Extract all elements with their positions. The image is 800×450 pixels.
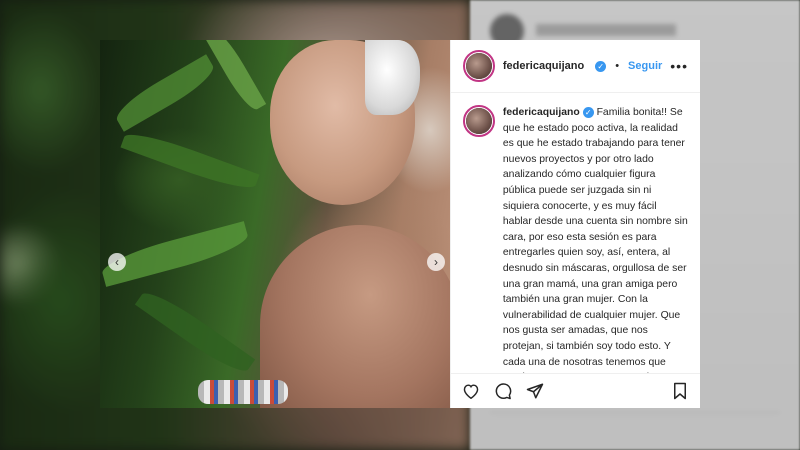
post-sidebar: federicaquijano ✓ • Seguir ••• federicaq… (449, 40, 700, 408)
palm-leaf (203, 40, 267, 114)
verified-badge-icon: ✓ (595, 60, 607, 72)
hair (365, 40, 420, 115)
caption-text: Familia bonita!! Se que he estado poco a… (502, 107, 688, 373)
post-header: federicaquijano ✓ • Seguir ••• (450, 40, 700, 93)
like-button[interactable] (461, 381, 481, 401)
palm-leaf (134, 284, 256, 380)
comment-icon (495, 383, 512, 400)
verified-badge-icon: ✓ (582, 107, 594, 119)
chevron-right-icon: › (434, 255, 438, 269)
username[interactable]: federicaquijano (503, 60, 584, 72)
post-photo[interactable]: ‹ › (100, 40, 450, 408)
follow-button[interactable]: Seguir (628, 60, 662, 72)
palm-leaf (110, 54, 220, 132)
save-button[interactable] (670, 381, 690, 401)
comment-button[interactable] (493, 381, 513, 401)
avatar[interactable] (462, 50, 495, 82)
action-bar (450, 373, 700, 408)
avatar-image (465, 53, 492, 79)
bookmark-icon (674, 382, 686, 400)
share-button[interactable] (525, 381, 545, 401)
heart-icon (463, 384, 479, 399)
carousel-prev-button[interactable]: ‹ (108, 253, 126, 271)
instagram-post-card: ‹ › federicaquijano ✓ • Seguir ••• feder… (100, 40, 700, 408)
share-icon (526, 383, 544, 399)
more-options-icon[interactable]: ••• (670, 58, 688, 74)
shoulder (260, 225, 450, 408)
palm-leaf (120, 126, 260, 196)
caption-text-block: federicaquijano ✓ Familia bonita!! Se que… (503, 105, 688, 373)
bracelet (198, 380, 288, 404)
carousel-next-button[interactable]: › (427, 253, 445, 271)
separator-dot: • (615, 60, 620, 72)
caption-username[interactable]: federicaquijano (503, 107, 580, 118)
caption-avatar[interactable] (462, 105, 495, 137)
chevron-left-icon: ‹ (115, 255, 119, 269)
caption-area: federicaquijano ✓ Familia bonita!! Se que… (451, 93, 700, 373)
avatar-image (465, 108, 492, 134)
